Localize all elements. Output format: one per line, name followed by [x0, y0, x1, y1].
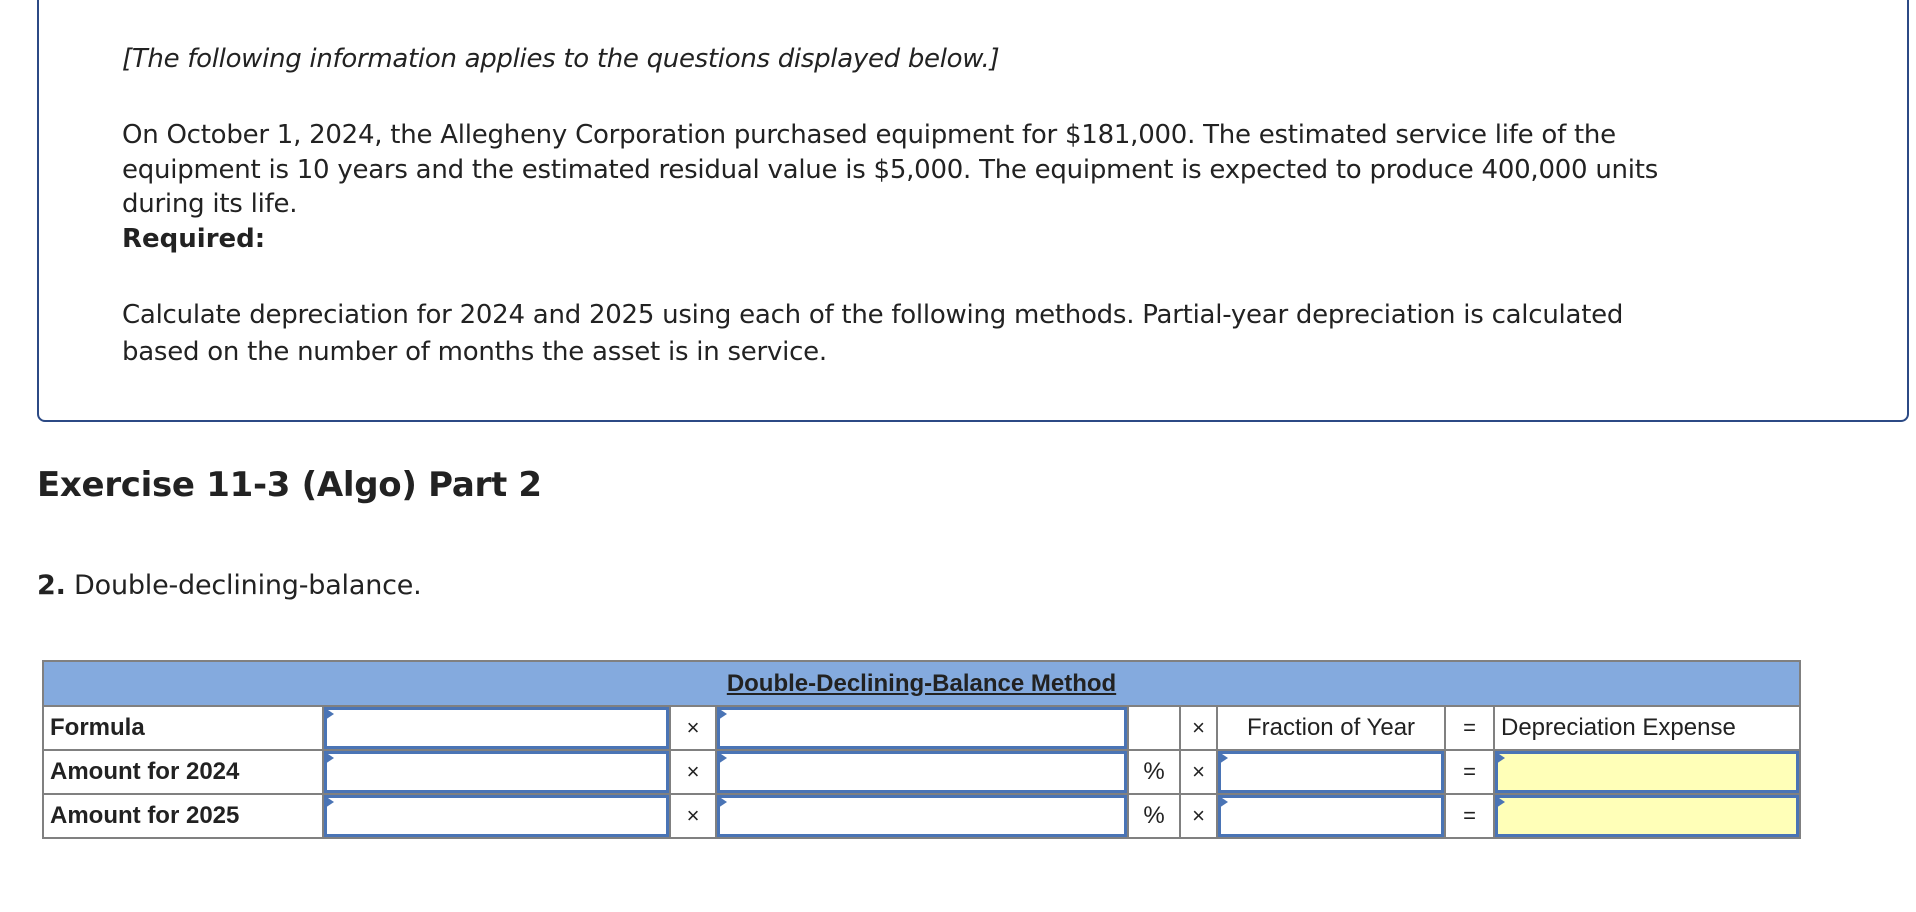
rate-2024-cell — [715, 749, 1129, 795]
rate-2025-input[interactable] — [717, 795, 1127, 837]
fraction-2025-input[interactable] — [1218, 795, 1444, 837]
question-prompt: 2. Double-declining-balance. — [37, 570, 422, 601]
rate-2024-input[interactable] — [717, 751, 1127, 793]
table-row-2025: Amount for 2025 × % × = — [42, 793, 1801, 839]
ddb-method-table: Double-Declining-Balance Method Formula … — [42, 660, 1801, 839]
book-value-2025-cell — [322, 793, 671, 839]
info-note: [The following information applies to th… — [122, 44, 1000, 74]
instruction-line-2: based on the number of months the asset … — [122, 337, 827, 367]
formula-row: Formula × × Fraction of Year = Depreciat… — [42, 705, 1801, 751]
row-label: Formula — [42, 705, 324, 751]
table-row-2024: Amount for 2024 × % × = — [42, 749, 1801, 795]
formula-input-1-cell — [322, 705, 671, 751]
equals-sign: = — [1444, 705, 1495, 751]
fraction-2024-cell — [1216, 749, 1446, 795]
depreciation-2025-input[interactable] — [1495, 795, 1799, 837]
question-number: 2. — [37, 570, 66, 601]
times-sign: × — [1179, 705, 1218, 751]
info-paragraph-line-1: On October 1, 2024, the Allegheny Corpor… — [122, 120, 1616, 150]
depreciation-expense-header: Depreciation Expense — [1493, 705, 1801, 751]
info-paragraph-line-2: equipment is 10 years and the estimated … — [122, 155, 1659, 185]
book-value-2025-input[interactable] — [324, 795, 669, 837]
formula-input-2[interactable] — [717, 707, 1127, 749]
times-sign: × — [669, 749, 717, 795]
fraction-2025-cell — [1216, 793, 1446, 839]
depreciation-2024-input[interactable] — [1495, 751, 1799, 793]
instruction-line-1: Calculate depreciation for 2024 and 2025… — [122, 300, 1624, 330]
exercise-heading: Exercise 11-3 (Algo) Part 2 — [37, 465, 542, 505]
table-title: Double-Declining-Balance Method — [42, 660, 1801, 707]
depreciation-2024-cell — [1493, 749, 1801, 795]
times-sign: × — [1179, 793, 1218, 839]
times-sign: × — [1179, 749, 1218, 795]
formula-input-1[interactable] — [324, 707, 669, 749]
question-text: Double-declining-balance. — [65, 570, 422, 601]
row-label: Amount for 2024 — [42, 749, 324, 795]
info-paragraph-line-3: during its life. — [122, 189, 298, 219]
percent-sign: % — [1127, 749, 1181, 795]
required-label: Required: — [122, 224, 266, 254]
row-label: Amount for 2025 — [42, 793, 324, 839]
fraction-2024-input[interactable] — [1218, 751, 1444, 793]
times-sign: × — [669, 705, 717, 751]
rate-2025-cell — [715, 793, 1129, 839]
formula-input-2-cell — [715, 705, 1129, 751]
times-sign: × — [669, 793, 717, 839]
equals-sign: = — [1444, 793, 1495, 839]
book-value-2024-cell — [322, 749, 671, 795]
book-value-2024-input[interactable] — [324, 751, 669, 793]
equals-sign: = — [1444, 749, 1495, 795]
fraction-of-year-header: Fraction of Year — [1216, 705, 1446, 751]
percent-sign: % — [1127, 793, 1181, 839]
empty-cell — [1127, 705, 1181, 751]
depreciation-2025-cell — [1493, 793, 1801, 839]
